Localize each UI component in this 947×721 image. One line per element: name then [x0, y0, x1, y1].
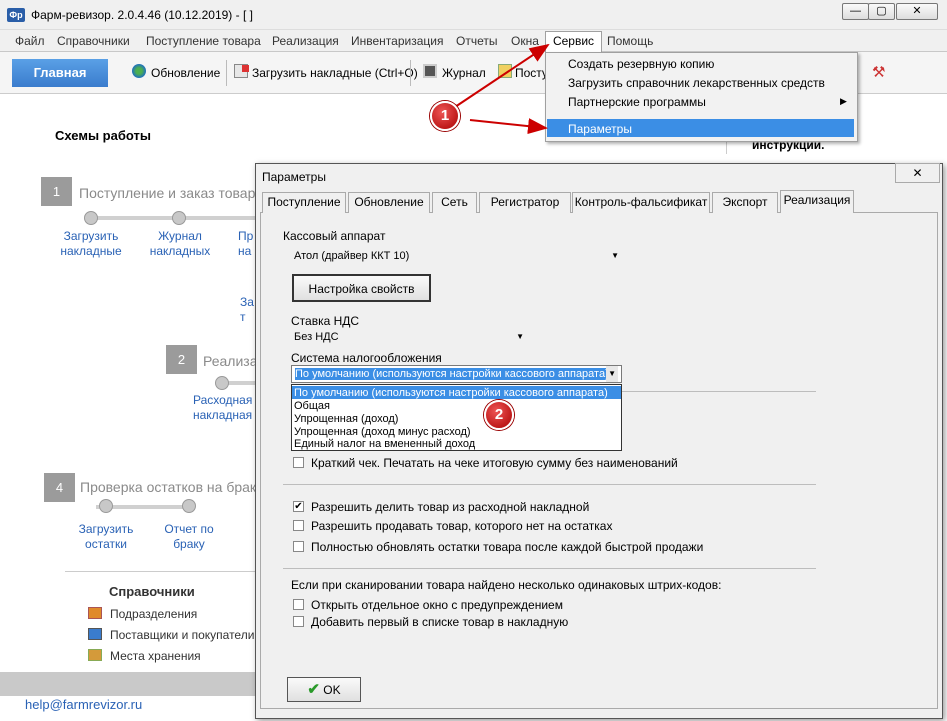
cash-register-label: Кассовый аппарат	[283, 229, 386, 243]
tab-update[interactable]: Обновление	[348, 192, 430, 213]
select-value: Без НДС	[294, 331, 339, 343]
short-check-checkbox[interactable]	[293, 457, 304, 468]
warning-window-checkbox[interactable]	[293, 599, 304, 610]
refresh-stock-checkbox[interactable]	[293, 541, 304, 552]
tab-registrator[interactable]: Регистратор	[479, 192, 571, 213]
chevron-down-icon: ▼	[606, 366, 618, 382]
split-goods-checkbox[interactable]: ✔	[293, 501, 304, 512]
tax-option[interactable]: Единый налог на вмененный доход	[294, 438, 475, 450]
tab-export[interactable]: Экспорт	[712, 192, 778, 213]
tax-option[interactable]: Общая	[294, 400, 330, 412]
tax-option[interactable]: Упрощенная (доход)	[294, 413, 398, 425]
divider	[283, 484, 816, 485]
warning-window-label: Открыть отдельное окно с предупреждением	[311, 598, 563, 612]
split-goods-label: Разрешить делить товар из расходной накл…	[311, 500, 590, 514]
tab-network[interactable]: Сеть	[432, 192, 477, 213]
chevron-down-icon: ▼	[611, 251, 619, 260]
tax-system-label: Система налогообложения	[291, 351, 442, 365]
barcode-label: Если при сканировании товара найдено нес…	[291, 578, 722, 592]
tax-option[interactable]: По умолчанию (используются настройки кас…	[294, 387, 608, 399]
select-value: Атол (драйвер ККТ 10)	[294, 250, 410, 262]
tab-falsification[interactable]: Контроль-фальсификат	[572, 192, 710, 213]
tax-option[interactable]: Упрощенная (доход минус расход)	[294, 426, 471, 438]
tax-system-select[interactable]: По умолчанию (используются настройки кас…	[291, 365, 622, 383]
tab-sales[interactable]: Реализация	[780, 190, 854, 213]
chevron-down-icon: ▼	[516, 332, 524, 341]
tab-receipt[interactable]: Поступление	[262, 192, 346, 213]
divider	[622, 391, 816, 392]
settings-button[interactable]: Настройка свойств	[292, 274, 431, 302]
step-badge: 1	[430, 101, 460, 131]
dialog-title: Параметры	[262, 170, 326, 184]
add-first-label: Добавить первый в списке товар в накладн…	[311, 615, 569, 629]
cash-register-select[interactable]: Атол (драйвер ККТ 10) ▼	[291, 248, 622, 266]
vat-label: Ставка НДС	[291, 314, 360, 328]
checkmark-icon: ✔	[307, 681, 320, 698]
ok-button[interactable]: ✔ OK	[287, 677, 361, 702]
add-first-checkbox[interactable]	[293, 616, 304, 627]
select-value: По умолчанию (используются настройки кас…	[295, 368, 609, 380]
ok-label: OK	[323, 683, 341, 697]
short-check-label: Краткий чек. Печатать на чеке итоговую с…	[311, 456, 678, 470]
divider	[283, 568, 816, 569]
step-badge: 2	[484, 400, 514, 430]
refresh-stock-label: Полностью обновлять остатки товара после…	[311, 540, 704, 554]
sell-missing-label: Разрешить продавать товар, которого нет …	[311, 519, 613, 533]
sell-missing-checkbox[interactable]	[293, 520, 304, 531]
vat-select[interactable]: Без НДС ▼	[291, 329, 527, 347]
dialog-close-button[interactable]: ✕	[895, 163, 940, 183]
